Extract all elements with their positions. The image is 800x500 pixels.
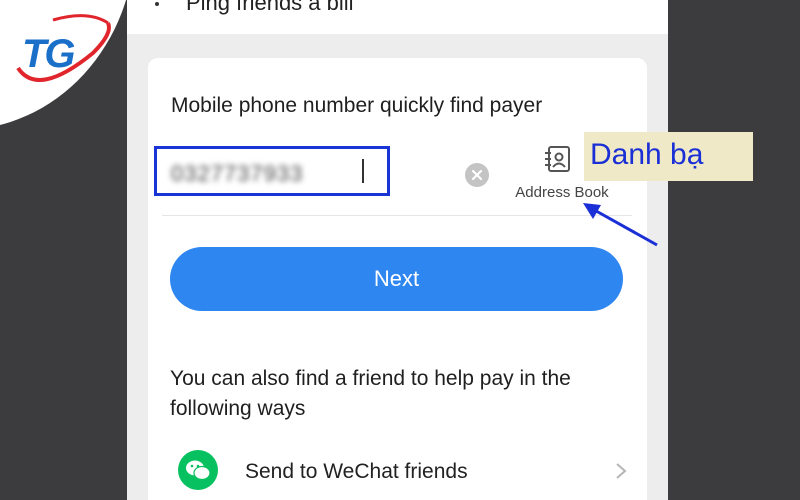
clear-input-button[interactable] [465, 163, 489, 187]
input-underline [162, 215, 632, 216]
address-book-icon [545, 146, 570, 172]
find-payer-title: Mobile phone number quickly find payer [171, 94, 543, 117]
find-payer-card: Mobile phone number quickly find payer 0… [148, 58, 647, 500]
wechat-icon [178, 450, 218, 490]
ping-friends-row[interactable]: Ping friends a bill [127, 0, 668, 34]
ping-friends-label: Ping friends a bill [186, 0, 354, 15]
phone-number-input[interactable]: 0327737933 [154, 146, 390, 196]
annotation-text: Danh bạ [590, 138, 704, 171]
text-caret [362, 159, 364, 183]
annotation-label: Danh bạ [584, 132, 753, 181]
tg-logo: TG [8, 8, 118, 93]
phone-number-value: 0327737933 [171, 161, 304, 186]
next-button[interactable]: Next [170, 247, 623, 311]
alternatives-heading: You can also find a friend to help pay i… [170, 367, 571, 420]
bullet-icon [155, 2, 159, 6]
send-to-wechat-label: Send to WeChat friends [245, 460, 468, 483]
send-to-wechat-row[interactable]: Send to WeChat friends [148, 448, 647, 500]
chevron-right-icon [616, 463, 627, 479]
logo-text: TG [22, 32, 76, 76]
clear-x-icon [471, 169, 483, 181]
annotation-arrow-icon [583, 203, 658, 247]
